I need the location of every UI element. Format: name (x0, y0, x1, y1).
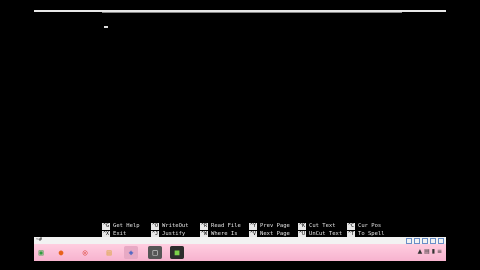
shortcut-cur-pos: ^C Cur Pos (347, 222, 382, 230)
chrome-icon[interactable]: ◎ (78, 246, 92, 259)
shortcut-read-file: ^R Read File (200, 222, 241, 230)
shortcut-prev-page: ^Y Prev Page (249, 222, 290, 230)
left-black-margin (0, 0, 34, 270)
start-icon[interactable]: ▣ (34, 246, 48, 259)
shortcut-writeout: ^O WriteOut (151, 222, 189, 230)
toolbar-icon[interactable] (406, 237, 412, 244)
terminal-icon[interactable]: ■ (170, 246, 184, 259)
document-icon[interactable]: □ (148, 246, 162, 259)
system-tray[interactable]: ▲ ▤ ▮ ≡ (418, 248, 442, 255)
terminal-window[interactable]: ^G Get Help ^O WriteOut ^R Read File ^Y Prev… (34, 10, 446, 240)
nano-shortcut-bar: ^G Get Help ^O WriteOut ^R Read File ^Y Prev… (102, 222, 396, 238)
toolbar-icon[interactable] (414, 237, 420, 244)
command-text: ~# (36, 237, 43, 243)
firefox-icon[interactable]: ● (54, 246, 68, 259)
shortcut-cut-text: ^K Cut Text (298, 222, 336, 230)
command-bar-icons (406, 237, 444, 244)
right-black-margin (446, 0, 480, 270)
shortcut-get-help: ^G Get Help (102, 222, 140, 230)
virtualbox-icon[interactable]: ◈ (124, 246, 138, 259)
taskbar: ▣ ● ◎ ▤ ◈ □ ■ ▲ ▤ ▮ ≡ (34, 244, 446, 261)
toolbar-icon[interactable] (422, 237, 428, 244)
toolbar-icon[interactable] (430, 237, 436, 244)
title-bar-line (102, 12, 402, 13)
text-cursor (104, 26, 108, 28)
folder-icon[interactable]: ▤ (102, 246, 116, 259)
command-bar[interactable]: ~# (34, 237, 446, 244)
toolbar-icon[interactable] (438, 237, 444, 244)
